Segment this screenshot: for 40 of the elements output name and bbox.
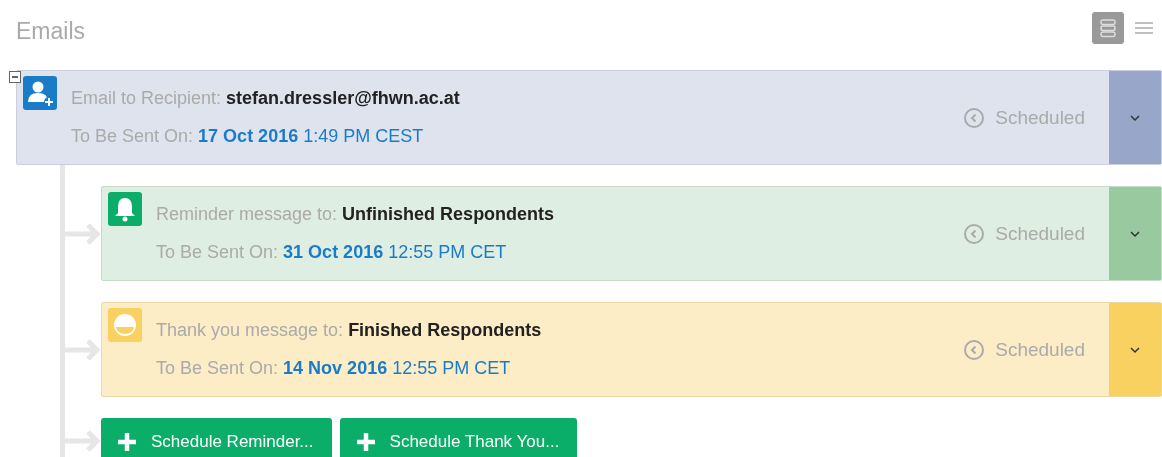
card-view-button[interactable] <box>1092 12 1124 44</box>
send-time: 12:55 PM CET <box>392 358 511 378</box>
email-target: Unfinished Respondents <box>342 204 555 224</box>
clock-icon <box>963 106 986 129</box>
send-date: 31 Oct 2016 <box>283 242 384 262</box>
send-date: 17 Oct 2016 <box>198 126 299 146</box>
send-date: 14 Nov 2016 <box>283 358 388 378</box>
status-label: Scheduled <box>995 222 1085 245</box>
status-label: Scheduled <box>995 338 1085 361</box>
clock-icon <box>963 338 986 361</box>
arrow-icon <box>65 428 101 454</box>
send-label: To Be Sent On: <box>156 242 279 262</box>
chevron-down-icon <box>1129 345 1141 354</box>
schedule-button[interactable]: Schedule Thank You... <box>339 418 578 457</box>
expand-button[interactable] <box>1109 71 1161 164</box>
clock-icon <box>963 222 986 245</box>
chevron-down-icon <box>1129 229 1141 238</box>
send-label: To Be Sent On: <box>71 126 194 146</box>
page-title: Emails <box>16 17 85 45</box>
collapse-icon[interactable] <box>9 71 21 83</box>
email-label: Email to Recipient: <box>71 88 222 108</box>
expand-button[interactable] <box>1109 187 1161 280</box>
plus-icon <box>355 432 376 452</box>
stacked-rows-icon <box>1098 18 1118 38</box>
status-label: Scheduled <box>995 106 1085 129</box>
bell-icon <box>108 192 142 226</box>
email-label: Reminder message to: <box>156 204 338 224</box>
send-label: To Be Sent On: <box>156 358 279 378</box>
expand-button[interactable] <box>1109 303 1161 396</box>
add-user-icon <box>23 76 57 110</box>
chevron-down-icon <box>1129 113 1141 122</box>
plus-icon <box>117 432 137 452</box>
schedule-button[interactable]: Schedule Reminder... <box>101 418 332 457</box>
arrow-icon <box>65 336 101 363</box>
email-target: stefan.dressler@fhwn.ac.at <box>226 88 460 108</box>
email-target: Finished Respondents <box>348 320 542 340</box>
smiley-icon <box>108 308 142 342</box>
email-label: Thank you message to: <box>156 320 344 340</box>
send-time: 12:55 PM CET <box>388 242 507 262</box>
send-time: 1:49 PM CEST <box>303 126 424 146</box>
